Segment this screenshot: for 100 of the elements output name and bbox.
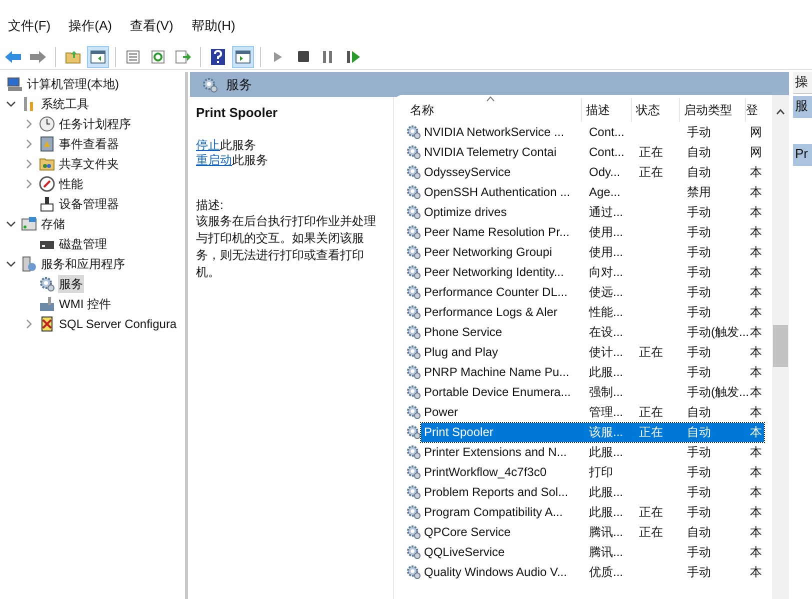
table-cell-text: OpenSSH Authentication ... <box>423 184 572 201</box>
table-row[interactable]: QQLiveService 腾讯... 手动 本 <box>421 542 764 562</box>
server-gear-icon <box>21 256 37 272</box>
table-row[interactable]: Program Compatibility A... 此服... 正在 手动 本 <box>421 502 764 522</box>
tree-item[interactable]: WMI 控件 <box>58 295 112 313</box>
table-row[interactable]: Performance Logs & Aler 性能... 手动 本 <box>421 302 764 322</box>
table-cell-text: 手动 <box>686 224 712 241</box>
table-cell-text: 使用... <box>588 224 624 241</box>
service-action-link[interactable]: 停止 <box>196 138 220 153</box>
table-row[interactable]: Optimize drives 通过... 手动 本 <box>421 202 764 222</box>
table-row[interactable]: PNRP Machine Name Pu... 此服... 手动 本 <box>421 362 764 382</box>
gauge-icon <box>39 176 55 192</box>
table-cell-text: 本 <box>750 344 763 361</box>
column-header[interactable]: 登 <box>746 98 760 122</box>
tree-item[interactable]: 计算机管理(本地) <box>26 75 120 93</box>
tree-item[interactable]: 存储 <box>40 215 66 233</box>
table-row[interactable]: Plug and Play 使计... 正在 手动 本 <box>421 342 764 362</box>
table-cell-text: 手动 <box>686 284 712 301</box>
table-row[interactable]: Peer Networking Identity... 向对... 手动 本 <box>421 262 764 282</box>
table-row[interactable]: Peer Networking Groupi 使用... 手动 本 <box>421 242 764 262</box>
table-row[interactable]: Portable Device Enumera... 强制... 手动(触发...本 <box>421 382 764 402</box>
gear-icon <box>406 364 421 380</box>
table-row[interactable]: NVIDIA NetworkService ... Cont... 手动 网 <box>421 122 764 142</box>
table-cell-text: 手动(触发... <box>686 384 750 401</box>
table-row[interactable]: Quality Windows Audio V... 优质... 手动 本 <box>421 562 764 582</box>
gear-icon <box>406 564 421 580</box>
table-row[interactable]: Problem Reports and Sol... 此服... 手动 本 <box>421 482 764 502</box>
toolbar-button[interactable] <box>87 46 109 68</box>
gear-icon <box>406 224 421 240</box>
scrollbar-thumb[interactable] <box>773 325 788 367</box>
tree-item[interactable]: SQL Server Configura <box>58 315 178 333</box>
column-header[interactable]: 名称 <box>406 98 582 122</box>
column-header[interactable]: 状态 <box>632 98 680 122</box>
table-cell-text: 本 <box>750 464 763 481</box>
gear-icon <box>39 276 55 292</box>
table-cell-text: 手动 <box>686 264 712 281</box>
table-cell-text: 本 <box>750 184 763 201</box>
gear-icon <box>406 544 421 560</box>
collapse-chevron-icon[interactable] <box>6 259 16 269</box>
column-header[interactable]: 描述 <box>582 98 632 122</box>
tree-item[interactable]: 磁盘管理 <box>58 235 108 253</box>
collapse-chevron-icon[interactable] <box>6 99 16 109</box>
table-row[interactable]: QPCore Service 腾讯... 正在 自动 本 <box>421 522 764 542</box>
stop-icon <box>298 51 308 62</box>
service-title: Print Spooler <box>196 105 279 120</box>
expand-chevron-icon[interactable] <box>24 319 34 329</box>
table-cell-text: 本 <box>750 224 763 241</box>
table-cell-text: 本 <box>750 484 763 501</box>
column-header[interactable]: 启动类型 <box>680 98 746 122</box>
collapse-chevron-icon[interactable] <box>6 219 16 229</box>
tree-item[interactable]: 共享文件夹 <box>58 155 120 173</box>
table-cell-text: Performance Logs & Aler <box>423 304 558 321</box>
table-row[interactable]: Performance Counter DL... 使远... 手动 本 <box>421 282 764 302</box>
tree-item[interactable]: 服务 <box>58 275 84 293</box>
pause-icon <box>323 50 333 62</box>
table-cell-text: 手动(触发... <box>686 324 750 341</box>
action-item[interactable]: 服 <box>793 96 812 118</box>
scrollbar[interactable] <box>772 95 789 599</box>
gear-icon <box>406 504 421 520</box>
log-icon <box>39 136 55 152</box>
gear-icon <box>406 384 421 400</box>
action-item[interactable]: Pr <box>793 144 812 166</box>
table-cell-text: 本 <box>750 324 763 341</box>
tree-item[interactable]: 性能 <box>58 175 84 193</box>
table-row[interactable]: Power 管理... 正在 自动 本 <box>421 402 764 422</box>
menu-item[interactable]: 查看(V) <box>130 16 174 36</box>
menu-item[interactable]: 文件(F) <box>8 16 51 36</box>
table-cell-text: 向对... <box>588 264 624 281</box>
table-cell-text: 此服... <box>588 364 624 381</box>
toolbar-button[interactable] <box>232 46 254 68</box>
table-cell-text: 本 <box>750 404 763 421</box>
menu-item[interactable]: 操作(A) <box>68 16 112 36</box>
table-cell-text: 手动 <box>686 344 712 361</box>
tree-item[interactable]: 任务计划程序 <box>58 115 132 133</box>
tree-item[interactable]: 系统工具 <box>40 95 90 113</box>
menu-item[interactable]: 帮助(H) <box>191 16 236 36</box>
table-cell-text: 手动 <box>686 304 712 321</box>
table-row[interactable]: Peer Name Resolution Pr... 使用... 手动 本 <box>421 222 764 242</box>
table-row[interactable]: OpenSSH Authentication ... Age... 禁用 本 <box>421 182 764 202</box>
gear-icon <box>406 404 421 420</box>
gear-icon <box>406 124 421 140</box>
table-cell-text: Peer Networking Groupi <box>423 244 554 261</box>
table-row[interactable]: Print Spooler 该服... 正在 自动 本 <box>421 422 764 442</box>
table-cell-text: 本 <box>750 544 763 561</box>
tree-item[interactable]: 设备管理器 <box>58 195 120 213</box>
table-row[interactable]: PrintWorkflow_4c7f3c0 打印 手动 本 <box>421 462 764 482</box>
sql-icon <box>39 316 55 332</box>
table-row[interactable]: Printer Extensions and N... 此服... 手动 本 <box>421 442 764 462</box>
tree-item[interactable]: 服务和应用程序 <box>40 255 126 273</box>
gear-icon <box>406 304 421 320</box>
scroll-up-icon[interactable] <box>776 109 785 115</box>
table-cell-text: 自动 <box>686 424 712 441</box>
table-cell-text: PrintWorkflow_4c7f3c0 <box>423 464 548 481</box>
tree-item[interactable]: 事件查看器 <box>58 135 120 153</box>
table-row[interactable]: NVIDIA Telemetry Contai Cont... 正在 自动 网 <box>421 142 764 162</box>
table-row[interactable]: Phone Service 在设... 手动(触发...本 <box>421 322 764 342</box>
service-action-link[interactable]: 重启动 <box>196 153 232 168</box>
table-cell-text: 手动 <box>686 244 712 261</box>
table-row[interactable]: OdysseyService Ody... 正在 自动 本 <box>421 162 764 182</box>
gear-icon <box>406 524 421 540</box>
